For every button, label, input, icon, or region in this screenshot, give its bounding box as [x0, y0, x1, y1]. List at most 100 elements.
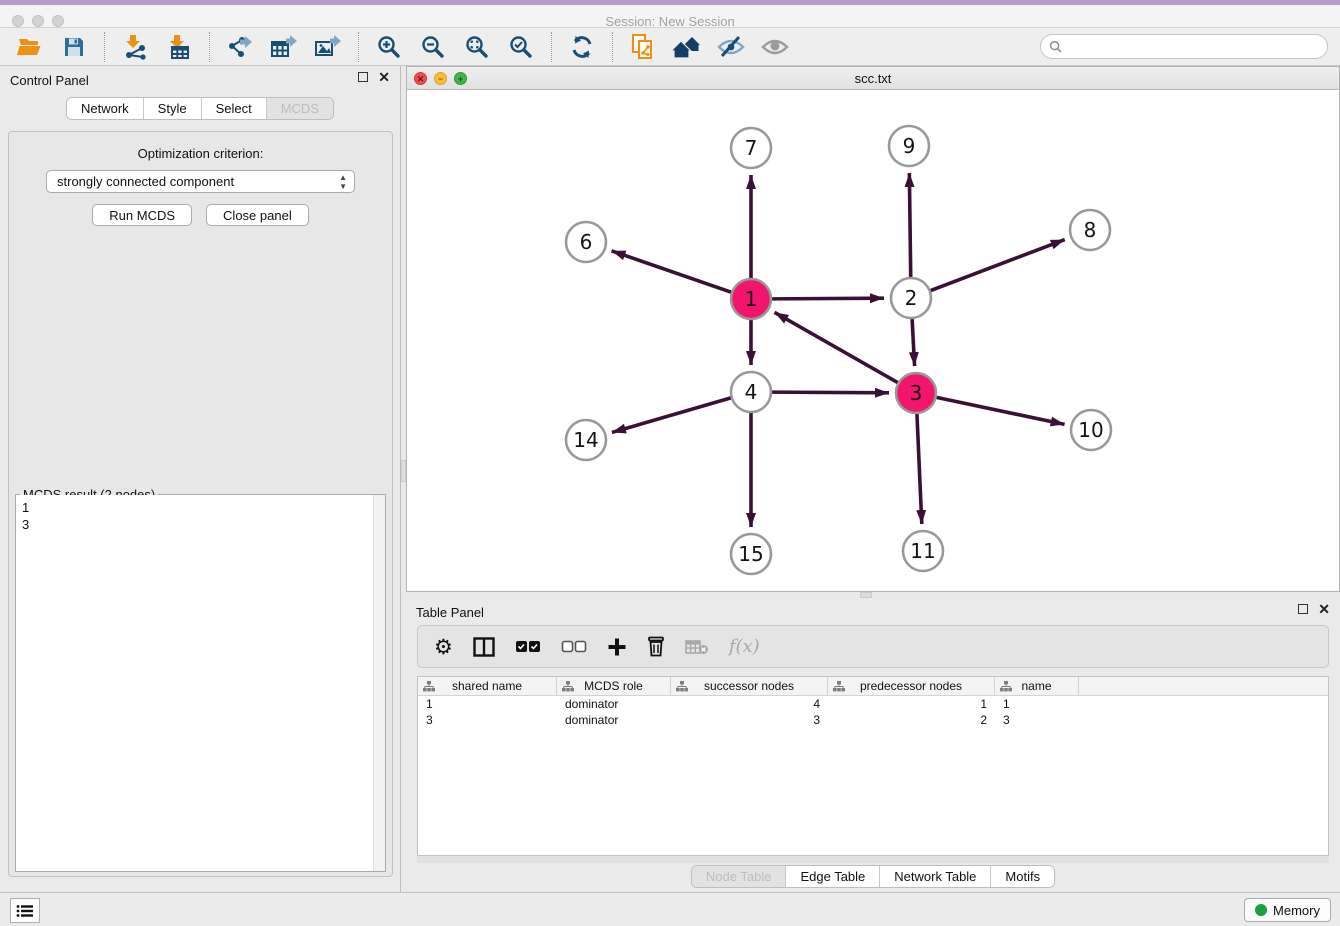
close-panel-button[interactable]: Close panel — [206, 204, 309, 226]
close-panel-icon[interactable]: ✕ — [378, 72, 390, 82]
tab-edge-table[interactable]: Edge Table — [785, 866, 879, 887]
table-cell[interactable]: 2 — [828, 712, 995, 728]
graph-node-label: 6 — [580, 230, 593, 254]
tab-network[interactable]: Network — [67, 98, 143, 119]
float-table-panel-icon[interactable] — [1298, 604, 1308, 614]
eye-icon[interactable] — [760, 32, 790, 62]
column-header[interactable]: predecessor nodes — [828, 677, 995, 695]
node-table[interactable]: shared nameMCDS rolesuccessor nodesprede… — [417, 676, 1329, 856]
graph-edge-1-2[interactable] — [772, 298, 884, 299]
graph-edge-4-14[interactable] — [612, 398, 731, 433]
hierarchy-icon — [833, 681, 845, 692]
export-table-icon[interactable] — [269, 32, 299, 62]
table-row[interactable]: 1dominator411 — [418, 696, 1328, 712]
graph-edge-3-11[interactable] — [917, 414, 922, 524]
table-cell[interactable]: 3 — [418, 712, 557, 728]
zoom-out-icon[interactable] — [418, 32, 448, 62]
graph-node-label: 2 — [905, 286, 918, 310]
graph-edge-4-3[interactable] — [772, 392, 889, 393]
zoom-selected-icon[interactable] — [506, 32, 536, 62]
delete-icon[interactable] — [647, 633, 665, 661]
graph-edge-2-8[interactable] — [931, 240, 1065, 291]
table-cell[interactable]: 1 — [418, 696, 557, 712]
network-canvas[interactable]: 1234678910111415 — [407, 90, 1339, 591]
table-cell[interactable]: dominator — [557, 696, 671, 712]
table-row[interactable]: 3dominator323 — [418, 712, 1328, 728]
import-network-icon[interactable] — [120, 32, 150, 62]
network-graph[interactable]: 1234678910111415 — [407, 90, 1339, 591]
criterion-value: strongly connected component — [57, 174, 234, 189]
close-table-panel-icon[interactable]: ✕ — [1318, 604, 1330, 614]
network-view-title: scc.txt — [407, 71, 1339, 86]
tab-style[interactable]: Style — [143, 98, 201, 119]
eye-slash-icon[interactable] — [716, 32, 746, 62]
task-list-button[interactable] — [10, 898, 40, 923]
houses-icon[interactable] — [672, 32, 702, 62]
graph-edge-3-10[interactable] — [937, 397, 1065, 424]
import-table-icon[interactable] — [164, 32, 194, 62]
graph-edge-2-3[interactable] — [912, 319, 914, 366]
table-cell[interactable]: 1 — [995, 696, 1079, 712]
search-field[interactable] — [1040, 34, 1328, 59]
search-icon — [1049, 40, 1062, 53]
table-cell[interactable]: dominator — [557, 712, 671, 728]
table-cell[interactable]: 3 — [671, 712, 828, 728]
control-panel: Control Panel ✕ Network Style Select MCD… — [0, 66, 401, 892]
run-mcds-button[interactable]: Run MCDS — [92, 204, 192, 226]
table-cell[interactable]: 1 — [828, 696, 995, 712]
memory-button[interactable]: Memory — [1244, 898, 1331, 922]
duplicate-network-icon[interactable] — [628, 32, 658, 62]
app-titlebar: Session: New Session — [0, 0, 1340, 28]
memory-label: Memory — [1273, 903, 1320, 918]
table-hscrollbar[interactable] — [417, 856, 1329, 863]
graph-node-label: 9 — [903, 134, 916, 158]
search-input[interactable] — [1067, 39, 1319, 54]
select-all-icon[interactable] — [515, 633, 541, 661]
graph-node-label: 11 — [910, 539, 935, 563]
optimization-criterion-label: Optimization criterion: — [9, 146, 392, 161]
open-folder-icon[interactable] — [15, 32, 45, 62]
tab-motifs[interactable]: Motifs — [990, 866, 1054, 887]
tab-node-table[interactable]: Node Table — [692, 866, 786, 887]
deselect-all-icon[interactable] — [561, 633, 587, 661]
tab-network-table[interactable]: Network Table — [879, 866, 990, 887]
hierarchy-icon — [676, 681, 688, 692]
refresh-icon[interactable] — [567, 32, 597, 62]
graph-edge-3-1[interactable] — [774, 312, 897, 382]
app-title: Session: New Session — [0, 14, 1340, 29]
gear-icon[interactable]: ⚙ — [434, 633, 453, 661]
criterion-dropdown[interactable]: strongly connected component ▲▼ — [46, 170, 355, 193]
tab-mcds[interactable]: MCDS — [266, 98, 333, 119]
column-header[interactable]: shared name — [418, 677, 557, 695]
mcds-result-text[interactable]: 1 3 — [16, 495, 373, 871]
graph-node-label: 1 — [745, 287, 758, 311]
graph-node-label: 10 — [1078, 418, 1103, 442]
save-icon[interactable] — [59, 32, 89, 62]
status-bar: Memory — [0, 892, 1340, 926]
table-cell[interactable]: 3 — [995, 712, 1079, 728]
network-window-titlebar[interactable]: ✕ − + scc.txt — [407, 67, 1339, 90]
graph-node-label: 3 — [910, 381, 923, 405]
column-header[interactable]: name — [995, 677, 1079, 695]
mcds-result-box: MCDS result (2 nodes) 1 3 — [15, 494, 386, 872]
column-header[interactable]: MCDS role — [557, 677, 671, 695]
table-panel-title: Table Panel — [416, 605, 484, 620]
tab-select[interactable]: Select — [201, 98, 266, 119]
table-cell[interactable]: 4 — [671, 696, 828, 712]
export-image-icon[interactable] — [313, 32, 343, 62]
columns-icon[interactable] — [473, 633, 495, 661]
column-header[interactable]: successor nodes — [671, 677, 828, 695]
function-icon[interactable]: f(x) — [729, 633, 760, 661]
graph-edge-1-6[interactable] — [612, 251, 732, 292]
result-scrollbar[interactable] — [373, 495, 385, 871]
memory-status-icon — [1255, 904, 1267, 916]
add-column-icon[interactable] — [607, 633, 627, 661]
zoom-in-icon[interactable] — [374, 32, 404, 62]
zoom-fit-icon[interactable] — [462, 32, 492, 62]
float-panel-icon[interactable] — [358, 72, 368, 82]
export-network-icon[interactable] — [225, 32, 255, 62]
delete-table-icon[interactable] — [685, 633, 709, 661]
graph-node-label: 7 — [745, 136, 758, 160]
graph-node-label: 15 — [738, 542, 763, 566]
graph-edge-2-9[interactable] — [909, 173, 910, 277]
